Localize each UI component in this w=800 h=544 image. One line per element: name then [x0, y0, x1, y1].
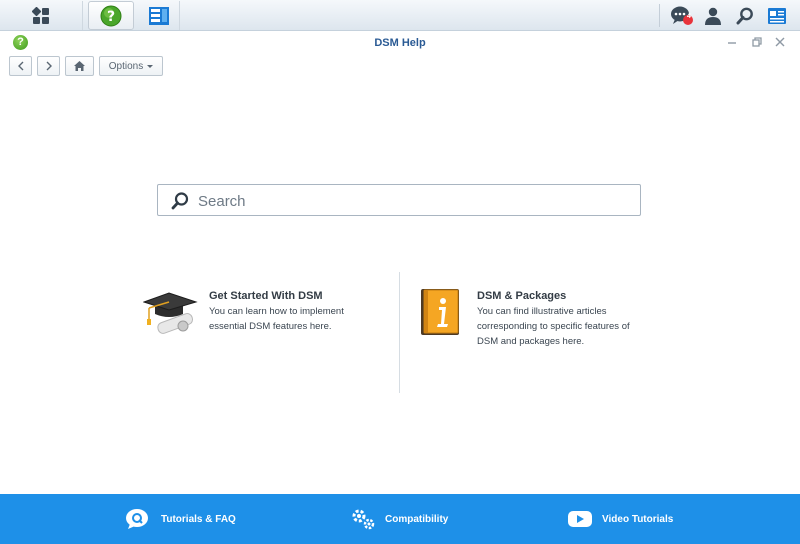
restore-icon [752, 37, 762, 47]
search-icon [736, 7, 753, 24]
back-button[interactable] [9, 56, 32, 76]
options-label: Options [108, 60, 144, 72]
main-menu-icon [32, 6, 49, 24]
desc-line: corresponding to specific features of [477, 321, 630, 332]
forward-button[interactable] [37, 56, 60, 76]
card-divider [399, 272, 400, 393]
gears-icon [352, 509, 375, 530]
video-play-icon [568, 511, 592, 527]
home-button[interactable] [65, 56, 94, 76]
taskbar-search-button[interactable] [729, 0, 761, 31]
tutorials-faq-link[interactable]: Tutorials & FAQ [124, 494, 236, 544]
minimize-icon [728, 42, 736, 44]
svg-text:?: ? [107, 9, 115, 25]
close-button[interactable] [772, 35, 788, 51]
card-title-get-started[interactable]: Get Started With DSM [209, 290, 323, 302]
info-book-icon [421, 289, 459, 335]
tray-separator [659, 4, 660, 27]
home-icon [74, 61, 85, 71]
close-icon [775, 37, 785, 47]
window-title: DSM Help [374, 37, 426, 49]
graduation-cap-icon [143, 292, 198, 334]
desc-line: DSM and packages here. [477, 336, 585, 347]
main-menu-button[interactable] [0, 1, 83, 30]
minimize-button[interactable] [724, 35, 740, 51]
taskbar-control-panel-app[interactable] [138, 1, 180, 30]
options-dropdown[interactable]: Options [99, 56, 163, 76]
taskbar-help-app[interactable]: ? [88, 1, 134, 30]
desc-line: You can find illustrative articles [477, 306, 607, 317]
card-desc-dsm-packages: You can find illustrative articles corre… [477, 304, 630, 349]
window-titlebar: ? DSM Help [0, 31, 800, 54]
desc-line: essential DSM features here. [209, 321, 332, 332]
desc-line: You can learn how to implement [209, 306, 344, 317]
taskbar: ? 4 [0, 0, 800, 31]
card-title-dsm-packages[interactable]: DSM & Packages [477, 290, 566, 302]
tutorials-faq-label: Tutorials & FAQ [161, 513, 236, 525]
caret-down-icon [147, 64, 154, 68]
footer-bar: Tutorials & FAQ Compatibility Video Tuto… [0, 494, 800, 544]
video-tutorials-link[interactable]: Video Tutorials [567, 494, 673, 544]
search-icon [171, 192, 189, 210]
search-input[interactable] [198, 191, 618, 211]
user-button[interactable] [697, 0, 729, 31]
compatibility-label: Compatibility [385, 513, 449, 525]
user-icon [705, 7, 721, 25]
card-desc-get-started: You can learn how to implement essential… [209, 304, 344, 334]
widgets-icon [768, 7, 786, 24]
search-box[interactable] [157, 184, 641, 216]
widgets-button[interactable] [761, 0, 793, 31]
restore-button[interactable] [749, 35, 765, 51]
help-icon: ? [100, 5, 122, 26]
notifications-button[interactable]: 4 [666, 0, 698, 31]
compatibility-link[interactable]: Compatibility [350, 494, 448, 544]
control-panel-icon [148, 6, 169, 25]
faq-bubble-icon [126, 509, 148, 529]
chevron-right-icon [46, 61, 52, 71]
chevron-left-icon [17, 61, 23, 71]
notification-badge: 4 [687, 13, 691, 20]
video-tutorials-label: Video Tutorials [602, 513, 674, 525]
